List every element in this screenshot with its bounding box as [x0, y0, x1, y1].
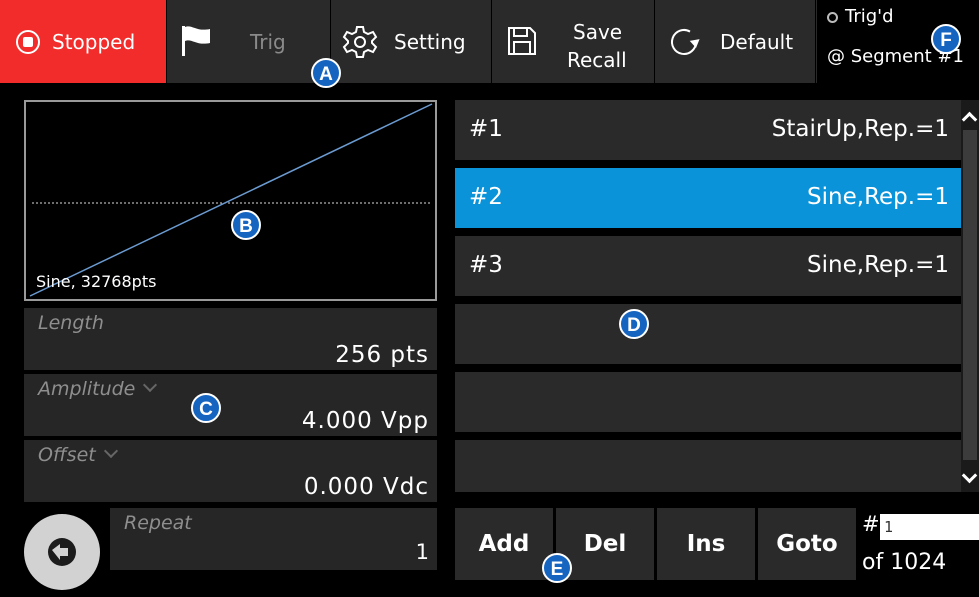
segment-list: #1 StairUp,Rep.=1 #2 Sine,Rep.=1 #3 Sine… [455, 100, 961, 492]
segment-scrollbar[interactable] [961, 100, 979, 492]
marker-f: F [931, 24, 961, 54]
stopped-label: Stopped [52, 30, 136, 54]
marker-d: D [619, 309, 649, 339]
length-field[interactable]: Length 256 pts [24, 308, 437, 370]
flag-icon [180, 24, 212, 63]
goto-total-label: of 1024 [862, 550, 947, 575]
default-button[interactable]: Default [656, 0, 816, 83]
segment-number: #1 [469, 116, 503, 142]
amplitude-name: Amplitude [38, 377, 158, 400]
setting-button[interactable]: Setting [332, 0, 492, 83]
repeat-value: 1 [415, 540, 429, 564]
chevron-down-icon [103, 443, 118, 459]
segment-description: StairUp,Rep.=1 [771, 116, 949, 142]
gear-icon [342, 24, 378, 65]
add-button[interactable]: Add [455, 508, 553, 580]
goto-segment-input[interactable]: 1 [880, 514, 979, 540]
segment-row-empty[interactable] [455, 304, 961, 364]
segment-row-selected[interactable]: #2 Sine,Rep.=1 [455, 168, 961, 228]
waveform-trace [29, 103, 433, 297]
segment-number: #2 [469, 184, 503, 210]
marker-a: A [311, 58, 341, 88]
scroll-up-icon[interactable] [961, 111, 978, 128]
refresh-icon [666, 24, 702, 65]
ins-button[interactable]: Ins [657, 508, 755, 580]
waveform-label: Sine, 32768pts [36, 272, 157, 291]
repeat-name: Repeat [124, 512, 192, 534]
segment-description: Sine,Rep.=1 [807, 184, 949, 210]
goto-button[interactable]: Goto [758, 508, 856, 580]
length-name: Length [38, 312, 104, 334]
waveform-preview: Sine, 32768pts [24, 100, 437, 301]
segment-row[interactable]: #1 StairUp,Rep.=1 [455, 100, 961, 160]
stopped-button[interactable]: Stopped [0, 0, 167, 83]
save-label: Save [573, 20, 623, 44]
segment-row[interactable]: #3 Sine,Rep.=1 [455, 236, 961, 296]
default-label: Default [720, 30, 794, 54]
toolbar: Stopped Trig Setting Save Recall Default… [0, 0, 979, 83]
amplitude-value: 4.000 Vpp [301, 408, 429, 434]
scroll-down-icon[interactable] [961, 467, 978, 484]
recall-label: Recall [567, 48, 627, 72]
stop-circle-icon [16, 30, 40, 54]
repeat-field[interactable]: Repeat 1 [110, 508, 437, 570]
trig-label: Trig [250, 30, 286, 54]
segment-number: #3 [469, 252, 503, 278]
floppy-disk-icon [507, 26, 537, 61]
segment-description: Sine,Rep.=1 [807, 252, 949, 278]
chevron-down-icon [143, 377, 158, 393]
segment-row-empty[interactable] [455, 372, 961, 432]
marker-e: E [542, 553, 572, 583]
offset-name: Offset [38, 443, 118, 466]
offset-value: 0.000 Vdc [303, 474, 429, 500]
trigger-led-icon [827, 12, 838, 23]
trig-button[interactable]: Trig [168, 0, 331, 83]
save-recall-button[interactable]: Save Recall [493, 0, 655, 83]
scroll-thumb[interactable] [963, 130, 977, 460]
segment-row-empty[interactable] [455, 440, 961, 492]
back-button[interactable] [24, 514, 100, 590]
offset-field[interactable]: Offset 0.000 Vdc [24, 440, 437, 502]
goto-hash-label: # [862, 512, 880, 536]
setting-label: Setting [394, 30, 466, 54]
length-value: 256 pts [335, 342, 429, 368]
marker-b: B [231, 210, 261, 240]
amplitude-field[interactable]: Amplitude 4.000 Vpp [24, 374, 437, 436]
marker-c: C [191, 393, 221, 423]
trigger-status-line1: Trig'd [845, 6, 894, 27]
